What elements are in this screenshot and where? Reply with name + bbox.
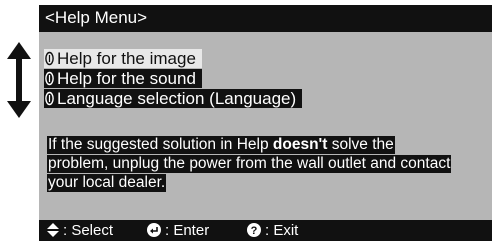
svg-text:?: ? <box>251 225 258 237</box>
enter-icon <box>147 223 161 237</box>
menu-item-help-sound[interactable]: Help for the sound <box>44 69 202 88</box>
help-item-icon <box>44 91 55 106</box>
menu-item-help-image[interactable]: Help for the image <box>44 49 202 68</box>
select-arrows-icon <box>47 223 59 237</box>
projector-osd-screen: <Help Menu> Help for the image Help for … <box>0 0 492 241</box>
select-label: : Select <box>63 222 114 239</box>
exit-label: : Exit <box>265 222 299 239</box>
help-menu-panel: <Help Menu> Help for the image Help for … <box>39 5 492 241</box>
help-item-icon <box>44 71 55 86</box>
title-bar: <Help Menu> <box>39 5 492 32</box>
enter-label: : Enter <box>165 222 210 239</box>
menu-item-label: Language selection (Language) <box>57 89 297 108</box>
message-line-2: problem, unplug the power from the wall … <box>47 155 452 173</box>
menu-title: <Help Menu> <box>45 8 148 27</box>
enter-hint: : Enter <box>147 220 209 241</box>
message-line-1: If the suggested solution in Help doesn'… <box>47 136 395 154</box>
message-text: If the suggested solution in Help <box>48 136 273 153</box>
message-text: solve the <box>327 136 394 153</box>
exit-hint: ? : Exit <box>247 220 298 241</box>
message-line-3: your local dealer. <box>47 174 167 192</box>
up-down-arrow-icon <box>6 42 32 118</box>
menu-item-language-selection[interactable]: Language selection (Language) <box>44 89 303 108</box>
message-emphasis: doesn't <box>272 136 328 153</box>
select-hint: : Select <box>47 220 113 241</box>
help-exit-icon: ? <box>247 223 261 237</box>
menu-item-label: Help for the sound <box>57 69 196 88</box>
help-item-icon <box>44 51 55 66</box>
menu-item-label: Help for the image <box>57 49 196 68</box>
key-guide-bar: : Select : Enter ? : Exit <box>39 220 492 241</box>
